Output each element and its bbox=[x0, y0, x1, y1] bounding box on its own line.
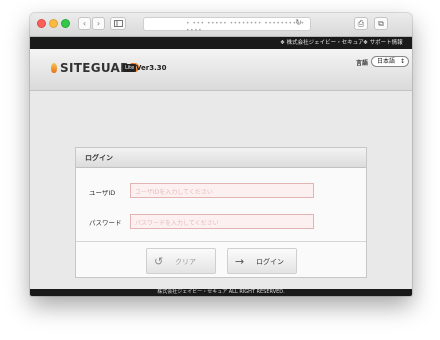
password-input[interactable] bbox=[130, 214, 314, 229]
page-content: ❖ 株式会社ジェイビー・セキュア ❖ サポート情報 SITEGUARD Lite… bbox=[30, 37, 412, 296]
chevron-right-icon: › bbox=[96, 19, 101, 28]
login-panel: ログイン ユーザID パスワード ↺ クリア → ログイン bbox=[75, 147, 367, 278]
clear-button[interactable]: ↺ クリア bbox=[146, 248, 216, 274]
flame-logo-icon bbox=[51, 63, 57, 73]
footer-bar: 株式会社ジェイビー・セキュア ALL RIGHT RESERVED. bbox=[30, 289, 412, 296]
forward-button[interactable]: › bbox=[92, 17, 105, 30]
chevron-left-icon: ‹ bbox=[82, 19, 87, 28]
login-button-label: ログイン bbox=[256, 258, 284, 266]
browser-window: ‹ › • ••• ••••• •••••••• •••••••••• ••••… bbox=[30, 13, 412, 296]
login-arrow-icon: → bbox=[235, 255, 245, 268]
password-label: パスワード bbox=[89, 219, 122, 227]
tabs-button[interactable]: ⧉ bbox=[374, 17, 388, 30]
user-id-label: ユーザID bbox=[89, 189, 116, 197]
login-title: ログイン bbox=[85, 154, 113, 162]
refresh-icon: ↺ bbox=[154, 255, 164, 268]
sidebar-toggle-button[interactable] bbox=[110, 17, 126, 30]
top-link-bar: ❖ 株式会社ジェイビー・セキュア ❖ サポート情報 bbox=[30, 37, 412, 49]
back-button[interactable]: ‹ bbox=[78, 17, 91, 30]
clear-button-label: クリア bbox=[175, 258, 196, 266]
site-header: SITEGUARD Lite Ver3.30 言語 日本語↕ bbox=[30, 49, 412, 91]
close-window-button[interactable] bbox=[37, 19, 46, 28]
support-link[interactable]: ❖ サポート情報 bbox=[363, 38, 403, 46]
address-text: • ••• ••••• •••••••• •••••••••• •••• bbox=[186, 20, 305, 34]
minimize-window-button[interactable] bbox=[49, 19, 58, 28]
select-arrows-icon: ↕ bbox=[399, 58, 405, 65]
version-label: Ver3.30 bbox=[136, 64, 167, 72]
tabs-icon: ⧉ bbox=[378, 19, 384, 28]
reload-icon[interactable]: ↻ bbox=[295, 18, 302, 27]
user-id-input[interactable] bbox=[130, 183, 314, 198]
copyright-text: 株式会社ジェイビー・セキュア ALL RIGHT RESERVED. bbox=[157, 289, 285, 295]
language-select[interactable]: 日本語 ↕ bbox=[371, 56, 409, 67]
browser-titlebar: ‹ › • ••• ••••• •••••••• •••••••••• ••••… bbox=[30, 13, 412, 37]
panel-divider bbox=[76, 241, 366, 242]
language-value: 日本語 bbox=[377, 58, 396, 65]
lite-badge: Lite bbox=[123, 64, 137, 72]
login-button[interactable]: → ログイン bbox=[227, 248, 297, 274]
sidebar-icon bbox=[113, 20, 123, 27]
login-panel-header: ログイン bbox=[76, 148, 366, 168]
share-button[interactable]: ⎙ bbox=[354, 17, 368, 30]
share-icon: ⎙ bbox=[357, 19, 365, 28]
company-link[interactable]: ❖ 株式会社ジェイビー・セキュア bbox=[280, 38, 364, 46]
address-bar[interactable]: • ••• ••••• •••••••• •••••••••• •••• ↻ bbox=[143, 17, 311, 34]
language-label: 言語 bbox=[356, 60, 369, 67]
zoom-window-button[interactable] bbox=[61, 19, 70, 28]
logo-main-text: SITEGUAR bbox=[60, 61, 130, 75]
